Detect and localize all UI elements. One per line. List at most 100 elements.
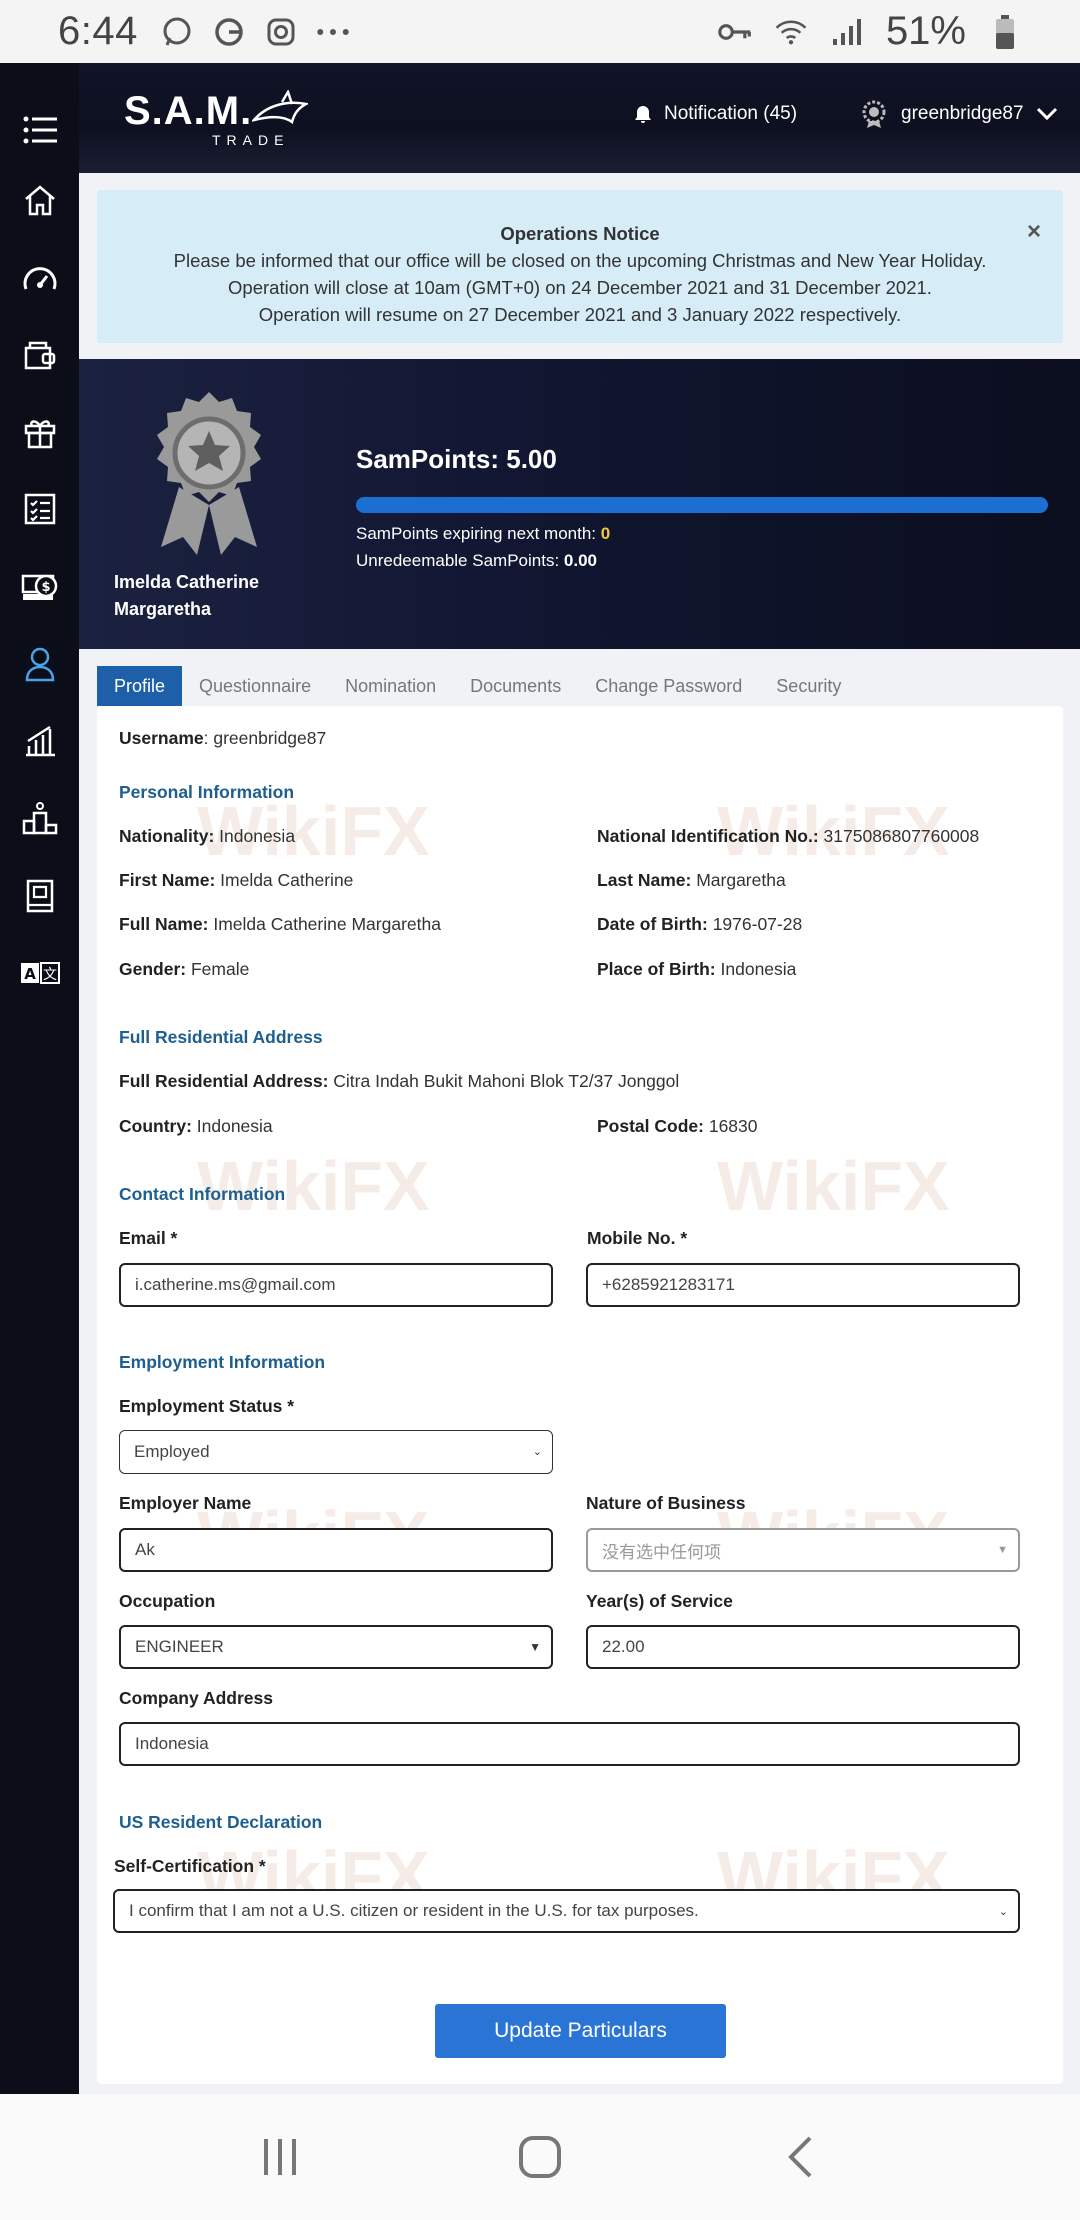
notice-title: Operations Notice bbox=[500, 223, 660, 244]
wallet-icon[interactable] bbox=[0, 325, 79, 385]
tab-documents[interactable]: Documents bbox=[453, 666, 578, 706]
sampoints-progress-fill bbox=[356, 497, 1048, 513]
profile-icon[interactable] bbox=[0, 634, 79, 694]
username-row: Username: greenbridge87 bbox=[119, 728, 326, 749]
caret-down-icon: ▼ bbox=[529, 1640, 541, 1654]
tab-profile[interactable]: Profile bbox=[97, 666, 183, 706]
dob-label: Date of Birth: bbox=[597, 914, 708, 934]
occupation-select[interactable]: ENGINEER ▼ bbox=[119, 1625, 553, 1669]
nature-of-business-select[interactable]: 没有选中任何项 ▼ bbox=[586, 1528, 1020, 1572]
pob-value: Indonesia bbox=[715, 959, 797, 979]
notice-line: Please be informed that our office will … bbox=[173, 250, 987, 271]
recent-apps-icon[interactable] bbox=[250, 2127, 310, 2187]
money-icon[interactable]: $ bbox=[0, 557, 79, 617]
first-name-label: First Name: bbox=[119, 870, 216, 890]
employment-status-label: Employment Status * bbox=[119, 1396, 295, 1416]
country-label: Country: bbox=[119, 1116, 192, 1136]
checklist-icon[interactable] bbox=[0, 479, 79, 539]
employment-status-select[interactable]: Employed ⌄ bbox=[119, 1430, 553, 1474]
shark-logo-icon bbox=[252, 89, 309, 124]
signal-icon bbox=[830, 15, 864, 49]
postal-row: Postal Code: 16830 bbox=[597, 1116, 758, 1137]
notification-link[interactable]: Notification (45) bbox=[634, 103, 797, 125]
email-label: Email * bbox=[119, 1228, 178, 1248]
national-id-value: 3175086807760008 bbox=[818, 826, 980, 846]
translate-icon[interactable]: A文 bbox=[0, 943, 79, 1003]
company-address-field[interactable]: Indonesia bbox=[119, 1722, 1020, 1766]
sampoints-title: SamPoints: 5.00 bbox=[356, 444, 557, 474]
full-name-row: Full Name: Imelda Catherine Margaretha bbox=[119, 914, 441, 935]
personal-info-title: Personal Information bbox=[119, 782, 295, 802]
user-badge-icon bbox=[862, 100, 886, 128]
mobile-field[interactable]: +6285921283171 bbox=[586, 1263, 1020, 1307]
username-row-value: : greenbridge87 bbox=[203, 728, 327, 748]
occupation-value: ENGINEER bbox=[135, 1637, 224, 1656]
battery-percent: 51% bbox=[885, 9, 966, 53]
nationality-label: Nationality: bbox=[119, 826, 215, 846]
self-certification-select[interactable]: I confirm that I am not a U.S. citizen o… bbox=[113, 1889, 1020, 1933]
nationality-value: Indonesia bbox=[214, 826, 296, 846]
company-address-label: Company Address bbox=[119, 1688, 273, 1708]
profile-tabs: Profile Questionnaire Nomination Documen… bbox=[97, 666, 858, 706]
username-label: greenbridge87 bbox=[901, 103, 1024, 124]
notification-label: Notification (45) bbox=[664, 103, 798, 124]
address-label: Full Residential Address: bbox=[119, 1071, 329, 1091]
occupation-label: Occupation bbox=[119, 1591, 216, 1611]
pob-label: Place of Birth: bbox=[597, 959, 716, 979]
sam-trade-logo[interactable]: S.A.M. TRADE bbox=[124, 89, 309, 148]
more-icon bbox=[316, 15, 350, 49]
mobile-label: Mobile No. * bbox=[587, 1228, 688, 1248]
g-icon bbox=[212, 15, 246, 49]
logo-subtext: TRADE bbox=[212, 132, 290, 148]
whatsapp-icon bbox=[160, 15, 194, 49]
chevron-down-icon: ⌄ bbox=[532, 1446, 542, 1458]
notice-line: Operation will resume on 27 December 202… bbox=[258, 304, 902, 325]
self-certification-value: I confirm that I am not a U.S. citizen o… bbox=[129, 1901, 699, 1920]
full-name-value: Imelda Catherine Margaretha bbox=[208, 914, 441, 934]
notice-line: Operation will close at 10am (GMT+0) on … bbox=[228, 277, 932, 298]
company-address-value: Indonesia bbox=[135, 1734, 209, 1753]
address-value: Citra Indah Bukit Mahoni Blok T2/37 Jong… bbox=[328, 1071, 680, 1091]
close-icon[interactable]: × bbox=[1027, 218, 1041, 245]
mobile-value: +6285921283171 bbox=[602, 1275, 735, 1294]
postal-label: Postal Code: bbox=[597, 1116, 704, 1136]
postal-value: 16830 bbox=[703, 1116, 758, 1136]
gift-icon[interactable] bbox=[0, 402, 79, 462]
email-field[interactable]: i.catherine.ms@gmail.com bbox=[119, 1263, 553, 1307]
home-icon[interactable] bbox=[0, 170, 79, 230]
tab-security[interactable]: Security bbox=[759, 666, 858, 706]
chart-icon[interactable] bbox=[0, 711, 79, 771]
dashboard-icon[interactable] bbox=[0, 248, 79, 308]
dob-row: Date of Birth: 1976-07-28 bbox=[597, 914, 802, 935]
book-icon[interactable] bbox=[0, 866, 79, 926]
tab-change-password[interactable]: Change Password bbox=[578, 666, 759, 706]
menu-icon[interactable] bbox=[0, 100, 79, 160]
back-icon[interactable] bbox=[770, 2127, 830, 2187]
tab-questionnaire[interactable]: Questionnaire bbox=[182, 666, 328, 706]
address-row: Full Residential Address: Citra Indah Bu… bbox=[119, 1071, 679, 1092]
svg-text:A: A bbox=[24, 965, 36, 983]
employer-name-field[interactable]: Ak bbox=[119, 1528, 553, 1572]
account-holder-name: Imelda Catherine Margaretha bbox=[114, 572, 260, 619]
sidebar: $ A文 bbox=[0, 63, 79, 2094]
update-particulars-button[interactable]: Update Particulars bbox=[435, 2004, 726, 2058]
key-icon bbox=[718, 15, 752, 49]
country-value: Indonesia bbox=[191, 1116, 273, 1136]
watermark: WikiFX bbox=[717, 1147, 950, 1225]
last-name-row: Last Name: Margaretha bbox=[597, 870, 786, 891]
home-button-icon[interactable] bbox=[510, 2127, 570, 2187]
chevron-down-icon: ⌄ bbox=[998, 1906, 1008, 1918]
caret-down-icon: ▼ bbox=[997, 1544, 1008, 1556]
status-bar: 6:44 51% bbox=[0, 0, 1080, 63]
instagram-icon bbox=[264, 15, 298, 49]
gender-row: Gender: Female bbox=[119, 959, 249, 980]
chevron-down-icon bbox=[1036, 107, 1057, 121]
user-menu[interactable]: greenbridge87 bbox=[859, 99, 1058, 129]
tab-nomination[interactable]: Nomination bbox=[328, 666, 453, 706]
address-title: Full Residential Address bbox=[119, 1027, 323, 1047]
country-row: Country: Indonesia bbox=[119, 1116, 273, 1137]
years-of-service-field[interactable]: 22.00 bbox=[586, 1625, 1020, 1669]
employment-title: Employment Information bbox=[119, 1352, 326, 1372]
ranking-icon[interactable] bbox=[0, 788, 79, 848]
employer-name-label: Employer Name bbox=[119, 1493, 252, 1513]
